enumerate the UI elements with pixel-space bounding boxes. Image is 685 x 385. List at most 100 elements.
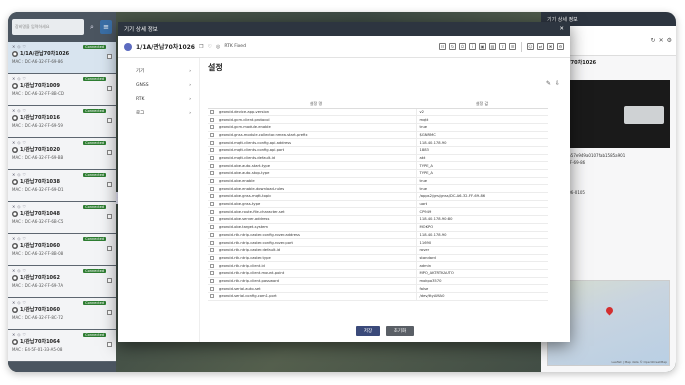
edit-icon[interactable]: ✎ bbox=[546, 80, 551, 87]
row-checkbox[interactable] bbox=[208, 207, 216, 217]
setting-value[interactable]: uart bbox=[416, 200, 548, 209]
sync-icon[interactable]: ↻ bbox=[651, 37, 656, 44]
device-list-item[interactable]: ✕ ◇ ♡ ● 1/관납70차1009 Connected MAC : DC-A6-32-F… bbox=[8, 74, 116, 106]
row-checkbox[interactable] bbox=[208, 231, 216, 240]
setting-value[interactable]: standard bbox=[416, 254, 548, 263]
device-checkbox[interactable] bbox=[107, 54, 112, 59]
row-checkbox[interactable] bbox=[208, 115, 216, 124]
user-icon[interactable]: ☺ bbox=[527, 43, 534, 50]
power-icon[interactable]: ⏻ bbox=[459, 43, 466, 50]
setting-value[interactable]: 118.40.178.90:80 bbox=[416, 215, 548, 224]
close-icon[interactable]: ✕ bbox=[12, 108, 15, 113]
table-row[interactable]: georoid.obe.target-system MOKPO bbox=[208, 223, 548, 232]
row-checkbox[interactable] bbox=[208, 277, 216, 286]
close-icon[interactable]: ✕ bbox=[12, 236, 15, 241]
close-icon[interactable]: ✕ bbox=[12, 268, 15, 273]
table-row[interactable]: georoid.rtk.ntrip.caster.config.rover.ad… bbox=[208, 231, 548, 240]
row-checkbox[interactable] bbox=[208, 246, 216, 255]
setting-value[interactable]: CP949 bbox=[416, 207, 548, 217]
setting-value[interactable]: v2 bbox=[416, 108, 548, 117]
trash-icon[interactable]: ✕ bbox=[659, 37, 664, 44]
table-row[interactable]: georoid.obe.enable true bbox=[208, 177, 548, 186]
terminal-icon[interactable]: ▣ bbox=[479, 43, 486, 50]
refresh-icon[interactable]: ↻ bbox=[449, 43, 456, 50]
heart-icon[interactable]: ♡ bbox=[207, 44, 211, 50]
setting-value[interactable]: true bbox=[416, 177, 548, 186]
setting-value[interactable]: 118.40.178.90 bbox=[416, 138, 548, 147]
device-checkbox[interactable] bbox=[107, 86, 112, 91]
table-row[interactable]: georoid.rtk.ntrip.caster.config.rover.po… bbox=[208, 238, 548, 247]
table-row[interactable]: georoid.gcm.client.protocol mqtt bbox=[208, 115, 548, 124]
device-list-item[interactable]: ✕ ◇ ♡ ● 1/관납70차1060 Connected MAC : DC-A6-32-F… bbox=[8, 234, 116, 266]
table-row[interactable]: georoid.serial.auto-set false bbox=[208, 284, 548, 293]
save-button[interactable]: 저장 bbox=[356, 326, 380, 336]
setting-value[interactable]: MOKPO bbox=[416, 223, 548, 232]
download-icon[interactable]: ⇩ bbox=[555, 80, 560, 87]
row-checkbox[interactable] bbox=[208, 154, 216, 163]
heart-icon[interactable]: ♡ bbox=[22, 236, 26, 241]
device-checkbox[interactable] bbox=[107, 182, 112, 187]
table-row[interactable]: georoid.obe.enable-download-rules true bbox=[208, 184, 548, 194]
device-list-item[interactable]: ✕ ◇ ♡ ● 1/관납70차1020 Connected MAC : DC-A6-32-F… bbox=[8, 138, 116, 170]
image-icon[interactable]: ▨ bbox=[489, 43, 496, 50]
table-row[interactable]: georoid.rtk.ntrip.client.password mokpo35… bbox=[208, 277, 548, 286]
table-row[interactable]: georoid.gnss.module.collector.nmea.start… bbox=[208, 131, 548, 140]
table-row[interactable]: georoid.serial.config.com1.port/dev/ttyA… bbox=[208, 292, 548, 301]
setting-value[interactable]: 11690 bbox=[416, 238, 548, 247]
device-list-item[interactable]: ✕ ◇ ♡ ● 1/1A/관납70차1026 Connected MAC : DC-A6-3… bbox=[8, 42, 116, 74]
setting-value[interactable]: /apps2/grs/gnss/DC-A6-32-FF-69-86 bbox=[416, 192, 548, 201]
row-checkbox[interactable] bbox=[208, 261, 216, 270]
device-list-item[interactable]: ✕ ◇ ♡ ● 1/관납70차1064 Connected MAC : E4-5F-01-3… bbox=[8, 330, 116, 362]
device-checkbox[interactable] bbox=[107, 310, 112, 315]
row-checkbox[interactable] bbox=[208, 254, 216, 263]
setting-value[interactable]: mqtt bbox=[416, 115, 548, 124]
row-checkbox[interactable] bbox=[208, 146, 216, 155]
nav-item-rtk[interactable]: RTK › bbox=[118, 92, 199, 106]
heart-icon[interactable]: ♡ bbox=[22, 268, 26, 273]
setting-value[interactable]: mokpo3570 bbox=[416, 277, 548, 286]
table-row[interactable]: georoid.rtk.ntrip.caster.default-id rover bbox=[208, 246, 548, 255]
table-row[interactable]: georoid.rtk.ntrip.client.id admin bbox=[208, 261, 548, 270]
close-icon[interactable]: ✕ bbox=[12, 76, 15, 81]
device-list-item[interactable]: ✕ ◇ ♡ ● 1/관납70차1060 Connected MAC : DC-A6-32-F… bbox=[8, 298, 116, 330]
row-checkbox[interactable] bbox=[208, 192, 216, 201]
copy-icon[interactable]: ❐ bbox=[199, 44, 203, 50]
device-checkbox[interactable] bbox=[107, 246, 112, 251]
table-row[interactable]: georoid.rtk.ntrip.client.mount-point MPO_… bbox=[208, 269, 548, 278]
row-checkbox[interactable] bbox=[208, 123, 216, 132]
heart-icon[interactable]: ♡ bbox=[22, 108, 26, 113]
table-row[interactable]: georoid.obe.auto-start-type TYPE_A bbox=[208, 161, 548, 170]
nav-item-log[interactable]: 로그 › bbox=[118, 106, 199, 120]
trash-icon[interactable]: ✖ bbox=[547, 43, 554, 50]
row-checkbox[interactable] bbox=[208, 161, 216, 170]
table-row[interactable]: georoid.mqtt.clients.config.api.port 1883 bbox=[208, 146, 548, 155]
row-checkbox[interactable] bbox=[208, 284, 216, 293]
setting-value[interactable]: false bbox=[416, 284, 548, 293]
device-list-item[interactable]: ✕ ◇ ♡ ● 1/관납70차1038 Connected MAC : DC-A6-32-F… bbox=[8, 170, 116, 202]
row-checkbox[interactable] bbox=[208, 177, 216, 186]
setting-value[interactable]: $GNRMC bbox=[416, 131, 548, 140]
close-icon[interactable]: ✕ bbox=[12, 300, 15, 305]
setting-value[interactable]: rover bbox=[416, 246, 548, 255]
sync-icon[interactable]: ⇄ bbox=[537, 43, 544, 50]
close-icon[interactable]: ✕ bbox=[559, 26, 564, 32]
info-icon[interactable]: i bbox=[469, 43, 476, 50]
search-icon[interactable]: ⌕ bbox=[87, 20, 97, 34]
row-checkbox[interactable] bbox=[208, 223, 216, 232]
nav-item-device[interactable]: 기기 › bbox=[118, 64, 199, 78]
filter-icon[interactable]: ≡ bbox=[100, 20, 112, 34]
heart-icon[interactable]: ♡ bbox=[22, 76, 26, 81]
row-checkbox[interactable] bbox=[208, 269, 216, 278]
close-icon[interactable]: ✕ bbox=[12, 140, 15, 145]
row-checkbox[interactable] bbox=[208, 131, 216, 140]
device-checkbox[interactable] bbox=[107, 118, 112, 123]
close-icon[interactable]: ✕ bbox=[12, 332, 15, 337]
close-icon[interactable]: ✕ bbox=[12, 44, 15, 49]
device-list-item[interactable]: ✕ ◇ ♡ ● 1/관납70차1048 Connected MAC : DC-A6-32-F… bbox=[8, 202, 116, 234]
close-icon[interactable]: ✕ bbox=[12, 172, 15, 177]
setting-value[interactable]: akt bbox=[416, 154, 548, 163]
table-row[interactable]: georoid.rtk.ntrip.caster.type standard bbox=[208, 254, 548, 263]
device-checkbox[interactable] bbox=[107, 342, 112, 347]
heart-icon[interactable]: ♡ bbox=[22, 44, 26, 49]
setting-value[interactable]: TYPE_A bbox=[416, 161, 548, 170]
